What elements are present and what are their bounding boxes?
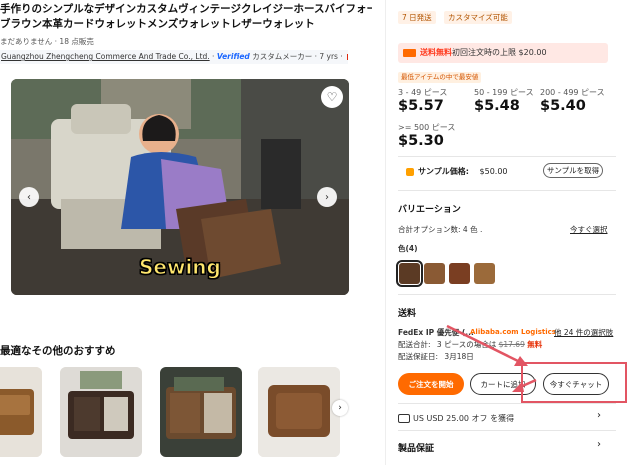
delivery-date: 3月18日 bbox=[444, 352, 474, 361]
color-swatch[interactable] bbox=[474, 263, 495, 284]
sample-icon bbox=[406, 167, 414, 176]
tier-price: $5.40 bbox=[540, 98, 586, 114]
promo-text: 初回注文時の上限 $20.00 bbox=[452, 48, 547, 57]
product-meta: まだありません · 18 点販売 bbox=[0, 37, 94, 46]
shipping-total-label: 配送合計: bbox=[398, 340, 431, 349]
favorite-button[interactable]: ♡ bbox=[321, 86, 343, 108]
supplier-bar: Guangzhou Zhengcheng Commerce And Trade … bbox=[0, 50, 348, 64]
video-prev-button[interactable]: ‹ bbox=[19, 187, 39, 207]
heart-icon: ♡ bbox=[326, 90, 338, 104]
recommendation-card[interactable] bbox=[258, 367, 340, 457]
color-swatch[interactable] bbox=[449, 263, 470, 284]
color-swatch[interactable] bbox=[424, 263, 445, 284]
color-swatch[interactable] bbox=[396, 260, 423, 287]
shipping-total-qty: 3 ピースの場合は bbox=[436, 340, 497, 349]
chevron-right-icon: › bbox=[338, 403, 342, 413]
tier-qty: 3 - 49 ピース bbox=[398, 88, 448, 97]
chevron-left-icon: ‹ bbox=[27, 191, 31, 203]
chevron-right-icon: › bbox=[597, 410, 601, 421]
tag-shipping-days: 7 日発送 bbox=[398, 11, 436, 24]
shipping-old-price: $17.69 bbox=[498, 340, 525, 349]
product-guarantee-title[interactable]: 製品保証 bbox=[398, 441, 434, 454]
chevron-right-icon: › bbox=[597, 439, 601, 450]
supplier-details: カスタムメーカー · 7 yrs · bbox=[252, 52, 343, 61]
wallet-thumbnail bbox=[258, 367, 340, 457]
coupon-text: US USD 25.00 オフ を獲得 bbox=[413, 414, 515, 423]
promo-highlight: 送料無料 bbox=[420, 48, 452, 57]
tag-customizable: カスタマイズ可能 bbox=[444, 11, 512, 24]
select-variation-link[interactable]: 今すぐ選択 bbox=[570, 224, 608, 235]
delivery-label: 配送保証日: bbox=[398, 352, 439, 361]
sample-price-value: $50.00 bbox=[479, 167, 508, 176]
product-detail-left: 手作りのシンプルなデザインカスタムヴィンテージクレイジーホースバイフォールドレッ… bbox=[0, 0, 380, 465]
recommendation-card[interactable] bbox=[160, 367, 242, 457]
tier-qty: 200 - 499 ピース bbox=[540, 88, 605, 97]
annotation-highlight-box bbox=[521, 362, 627, 403]
coupon-icon bbox=[398, 414, 410, 423]
shipping-free: 無料 bbox=[527, 340, 543, 349]
shipping-total: 配送合計: 3 ピースの場合は $17.69 無料 bbox=[398, 339, 542, 350]
supplier-link[interactable]: Guangzhou Zhengcheng Commerce And Trade … bbox=[1, 52, 210, 61]
sample-label: サンプル価格: bbox=[418, 167, 469, 176]
coupon-row[interactable]: US USD 25.00 オフ を獲得 bbox=[398, 413, 514, 424]
lowest-price-badge: 最低アイテムの中で最安値 bbox=[398, 72, 482, 83]
divider bbox=[398, 430, 616, 431]
shipping-options-link[interactable]: 他 24 件の選択肢 bbox=[554, 327, 613, 338]
color-label: 色(4) bbox=[398, 244, 418, 253]
tier-price: $5.48 bbox=[474, 98, 520, 114]
product-video[interactable]: Sewing ♡ ‹ › bbox=[11, 79, 349, 295]
chevron-right-icon: › bbox=[325, 191, 329, 203]
product-title-line-1: 手作りのシンプルなデザインカスタムヴィンテージクレイジーホースバイフォールドレッ… bbox=[0, 3, 372, 15]
tier-qty: >= 500 ピース bbox=[398, 123, 456, 132]
carrier-brand: Alibaba.com Logistics bbox=[470, 328, 556, 336]
recommendations-next-button[interactable]: › bbox=[332, 400, 348, 416]
sample-price: サンプル価格: $50.00 bbox=[406, 166, 508, 177]
tier-price: $5.30 bbox=[398, 133, 444, 149]
video-caption: Sewing bbox=[139, 255, 222, 280]
variation-summary: 合計オプション数: 4 色 . bbox=[398, 225, 483, 234]
recommendations-title: 最適なその他のおすすめ bbox=[0, 345, 116, 357]
product-title-line-2: ブラウン本革カードウォレットメンズウォレットレザーウォレット bbox=[0, 18, 315, 30]
tier-price: $5.57 bbox=[398, 98, 444, 114]
truck-icon bbox=[403, 49, 416, 57]
start-order-button[interactable]: ご注文を開始 bbox=[398, 373, 464, 395]
wallet-thumbnail bbox=[60, 367, 142, 457]
divider bbox=[398, 403, 616, 404]
verified-badge: Verified bbox=[216, 52, 250, 61]
wallet-thumbnail bbox=[0, 367, 42, 457]
tier-qty: 50 - 199 ピース bbox=[474, 88, 534, 97]
shipping-title: 送料 bbox=[398, 309, 417, 319]
delivery-guarantee: 配送保証日: 3月18日 bbox=[398, 351, 474, 362]
recommendation-card[interactable] bbox=[60, 367, 142, 457]
recommendation-card[interactable] bbox=[0, 367, 42, 457]
variation-title: バリエーション bbox=[398, 205, 461, 215]
video-next-button[interactable]: › bbox=[317, 187, 337, 207]
divider bbox=[398, 190, 616, 191]
get-sample-button[interactable]: サンプルを取得 bbox=[543, 163, 603, 178]
free-shipping-banner: 送料無料初回注文時の上限 $20.00 bbox=[398, 43, 608, 63]
product-title: 手作りのシンプルなデザインカスタムヴィンテージクレイジーホースバイフォールドレッ… bbox=[0, 2, 372, 32]
wallet-thumbnail bbox=[160, 367, 242, 457]
cn-flag-icon bbox=[347, 54, 348, 60]
divider bbox=[398, 294, 616, 295]
carrier-name: FedEx IP 優先便 (... bbox=[398, 328, 474, 337]
divider bbox=[398, 156, 616, 157]
